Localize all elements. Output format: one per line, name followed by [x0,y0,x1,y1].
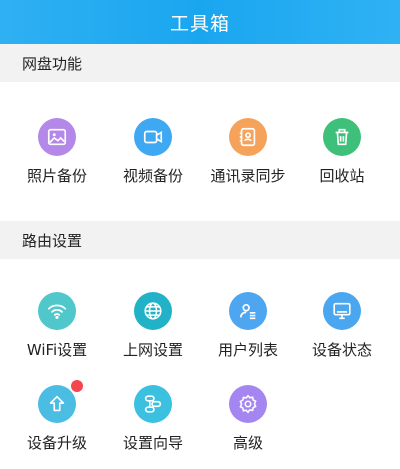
section-title: 路由设置 [22,231,83,250]
tool-device-upgrade[interactable]: 设备升级 [7,380,107,453]
tool-advanced[interactable]: 高级 [198,385,298,453]
tool-label: 照片备份 [26,167,87,185]
trash-icon [323,118,361,156]
monitor-icon [323,292,361,330]
section-title: 网盘功能 [22,54,83,73]
tool-user-list[interactable]: 用户列表 [198,292,298,360]
advanced-gear-icon [229,385,267,423]
section-header-router: 路由设置 [0,221,400,259]
notification-badge [71,380,83,392]
photo-icon [38,118,76,156]
upgrade-icon [38,380,83,423]
tool-label: WiFi设置 [26,341,88,359]
globe-icon [134,292,172,330]
tool-label: 回收站 [319,167,365,185]
page-title: 工具箱 [169,12,230,35]
tool-device-status[interactable]: 设备状态 [292,292,392,360]
tool-video-backup[interactable]: 视频备份 [103,118,203,186]
tool-setup-wizard[interactable]: 设置向导 [103,385,203,453]
user-list-icon [229,292,267,330]
tool-label: 高级 [232,434,263,452]
tool-wifi-settings[interactable]: WiFi设置 [7,292,107,360]
contacts-icon [229,118,267,156]
tool-label: 设备升级 [26,434,87,452]
video-icon [134,118,172,156]
tool-recycle-bin[interactable]: 回收站 [292,118,392,186]
tool-label: 视频备份 [122,167,183,185]
tool-contacts-sync[interactable]: 通讯录同步 [198,118,298,186]
tool-label: 设置向导 [122,434,183,452]
tool-label: 用户列表 [217,341,278,359]
tool-label: 通讯录同步 [210,167,286,185]
section-header-cloud: 网盘功能 [0,44,400,82]
tool-label: 上网设置 [122,341,183,359]
app-header: 工具箱 [0,0,400,44]
wizard-icon [134,385,172,423]
tool-photo-backup[interactable]: 照片备份 [7,118,107,186]
wifi-icon [38,292,76,330]
tool-label: 设备状态 [311,341,372,359]
tool-internet-settings[interactable]: 上网设置 [103,292,203,360]
